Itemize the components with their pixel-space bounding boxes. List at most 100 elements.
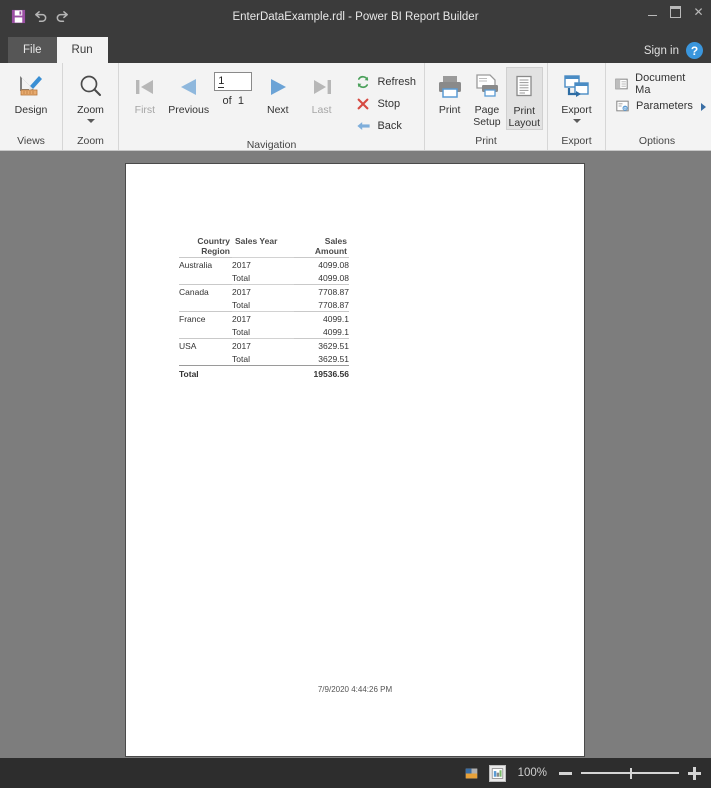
report-table: Country Region Sales Year Sales Amount A… [179, 236, 349, 379]
svg-text:@: @ [623, 106, 627, 111]
zoom-slider[interactable] [581, 767, 679, 779]
grand-total-year [232, 365, 294, 379]
design-button-label: Design [14, 104, 48, 116]
ribbon-group-navigation: First Previous 1 of 1 Next Last Refresh … [118, 63, 424, 151]
refresh-button[interactable]: Refresh [351, 71, 420, 93]
sign-in-button[interactable]: Sign in [644, 45, 679, 57]
table-grand-total-row: Total 19536.56 [179, 365, 349, 379]
window-title: EnterDataExample.rdl - Power BI Report B… [232, 10, 479, 23]
zoom-slider-thumb[interactable] [630, 767, 632, 779]
header-country-line2: Region [201, 246, 230, 256]
application-window: EnterDataExample.rdl - Power BI Report B… [0, 0, 711, 788]
ribbon-tab-strip: File Run Sign in ? [0, 33, 711, 63]
stop-x-icon [355, 96, 371, 112]
header-amount-line1: Sales [324, 236, 347, 246]
page-setup-label-1: Page [474, 104, 500, 116]
cell-amount: 3629.51 [294, 338, 349, 352]
document-map-label: Document Mа [635, 72, 686, 96]
ribbon-group-views-label: Views [17, 135, 45, 147]
last-page-button[interactable]: Last [300, 67, 344, 116]
chevron-down-icon[interactable] [572, 119, 581, 123]
table-row: Total 4099.1 [179, 325, 349, 339]
last-page-icon [309, 70, 335, 104]
window-controls: ✕ [646, 5, 705, 18]
ribbon-group-print: Print Page Setup Print Layout Print [424, 63, 547, 150]
report-canvas[interactable]: Country Region Sales Year Sales Amount A… [0, 151, 711, 758]
zoom-button[interactable]: Zoom [67, 67, 114, 123]
title-bar: EnterDataExample.rdl - Power BI Report B… [0, 0, 711, 33]
page-view-icon[interactable] [488, 764, 506, 782]
save-icon[interactable] [10, 8, 27, 25]
document-map-button[interactable]: Document Mа [610, 72, 704, 96]
cell-country: France [179, 311, 232, 325]
help-icon[interactable]: ? [686, 42, 703, 59]
cell-country [179, 271, 232, 285]
print-button-label: Print [438, 104, 461, 116]
print-button[interactable]: Print [431, 67, 468, 116]
ribbon-group-export-label: Export [561, 135, 592, 147]
tab-file[interactable]: File [8, 37, 57, 63]
zoom-button-label: Zoom [77, 104, 104, 116]
tab-run[interactable]: Run [56, 37, 108, 63]
page-number-value: 1 [218, 75, 225, 88]
design-ruler-pencil-icon [16, 70, 46, 104]
undo-icon[interactable] [32, 8, 49, 25]
normal-view-icon[interactable] [463, 765, 480, 782]
first-page-label: First [134, 104, 156, 116]
page-setup-button[interactable]: Page Setup [468, 67, 505, 128]
previous-page-icon [176, 70, 202, 104]
zoom-out-button[interactable] [559, 771, 572, 775]
minimize-button[interactable] [646, 5, 659, 18]
table-row: France 2017 4099.1 [179, 311, 349, 325]
grand-total-amount: 19536.56 [294, 365, 349, 379]
page-number-input[interactable]: 1 [214, 72, 253, 91]
ribbon-group-views: Design Views [0, 63, 62, 150]
next-page-button[interactable]: Next [256, 67, 300, 116]
cell-year: 2017 [232, 257, 294, 271]
export-icon [563, 70, 591, 104]
ribbon-group-zoom-label: Zoom [77, 135, 104, 147]
chevron-down-icon[interactable] [86, 119, 95, 123]
print-layout-button[interactable]: Print Layout [505, 67, 543, 130]
report-timestamp: 7/9/2020 4:44:26 PM [317, 685, 393, 694]
back-button[interactable]: Back [351, 115, 420, 137]
next-page-label: Next [267, 104, 289, 116]
stop-button[interactable]: Stop [351, 93, 420, 115]
first-page-icon [132, 70, 158, 104]
expand-options-icon[interactable] [701, 103, 706, 111]
design-button[interactable]: Design [4, 67, 58, 116]
first-page-button[interactable]: First [123, 67, 167, 116]
ribbon-group-zoom: Zoom Zoom [62, 63, 118, 150]
cell-amount: 4099.1 [323, 326, 349, 337]
cell-year: 2017 [232, 311, 294, 325]
ribbon-group-print-label: Print [475, 135, 497, 147]
redo-icon[interactable] [54, 8, 71, 25]
next-page-icon [265, 70, 291, 104]
close-button[interactable]: ✕ [692, 5, 705, 18]
cell-year: Total [232, 353, 250, 364]
parameters-button[interactable]: @ Parameters [610, 95, 704, 117]
printer-icon [435, 70, 465, 104]
magnifier-icon [77, 70, 105, 104]
export-button-label: Export [561, 104, 592, 116]
zoom-in-button[interactable] [688, 766, 701, 780]
cell-year: Total [232, 272, 250, 283]
cell-amount: 7708.87 [318, 299, 349, 310]
status-bar: 100% [0, 758, 711, 788]
table-row: Australia 2017 4099.08 [179, 257, 349, 271]
previous-page-button[interactable]: Previous [167, 67, 211, 116]
cell-amount: 3629.51 [318, 353, 349, 364]
cell-year: Total [232, 299, 250, 310]
cell-amount: 7708.87 [294, 284, 349, 298]
page-total-label: of 1 [223, 95, 244, 107]
page-navigation: 1 of 1 [211, 67, 256, 107]
refresh-label: Refresh [377, 76, 416, 88]
maximize-button[interactable] [669, 5, 682, 18]
stop-label: Stop [377, 98, 401, 110]
header-country-line1: Country [197, 236, 230, 246]
cell-amount: 4099.1 [294, 311, 349, 325]
table-row: USA 2017 3629.51 [179, 338, 349, 352]
print-layout-label-2: Layout [508, 117, 541, 129]
export-button[interactable]: Export [552, 67, 601, 123]
report-page: Country Region Sales Year Sales Amount A… [125, 163, 585, 757]
